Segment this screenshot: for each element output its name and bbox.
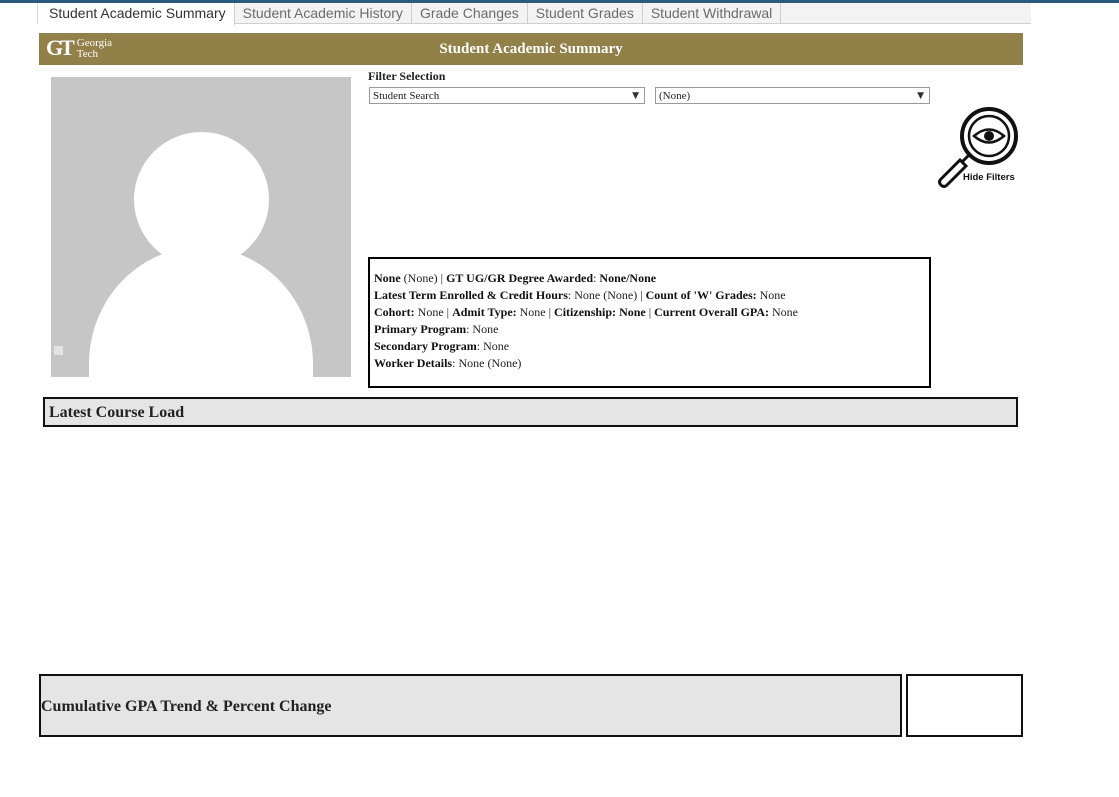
info-line-term: Latest Term Enrolled & Credit Hours: Non… [374,288,786,302]
tab-bar: Student Academic Summary Student Academi… [37,3,1031,25]
worker-details-label: Worker Details [374,356,453,370]
primary-program-value: None [472,322,499,336]
filter-type-select[interactable]: Student Search ▼ [369,87,645,104]
info-line-secondary: Secondary Program: None [374,339,510,353]
gpa-value: None [772,305,799,319]
info-line-cohort: Cohort: None | Admit Type: None | Citize… [374,305,799,319]
admit-type-label: Admit Type: [452,305,517,319]
gpa-trend-header: Cumulative GPA Trend & Percent Change [39,674,902,737]
term-value: None (None) [574,288,638,302]
gpa-percent-change-box [906,674,1023,737]
secondary-program-value: None [483,339,510,353]
student-select[interactable]: (None) ▼ [655,87,930,104]
student-info-box: None (None) | GT UG/GR Degree Awarded: N… [368,257,931,388]
dropdown-arrow-icon: ▼ [632,91,639,101]
w-grades-value: None [759,288,786,302]
gpa-label: Current Overall GPA: [654,305,770,319]
tab-student-academic-summary[interactable]: Student Academic Summary [38,3,235,25]
tab-student-withdrawal[interactable]: Student Withdrawal [643,3,782,23]
cohort-label: Cohort: [374,305,415,319]
hide-filters-label: Hide Filters [963,172,1015,183]
student-id: (None) [403,271,438,285]
page-title: Student Academic Summary [439,41,623,57]
admit-type-value: None [519,305,546,319]
filter-type-value: Student Search [373,90,440,102]
tab-grade-changes[interactable]: Grade Changes [412,3,528,23]
info-line-primary: Primary Program: None [374,322,499,336]
cohort-value: None [417,305,444,319]
person-body-icon [89,247,313,377]
dashboard-banner: GT Georgia Tech Student Academic Summary [39,33,1023,65]
primary-program-label: Primary Program [374,322,467,336]
term-label: Latest Term Enrolled & Credit Hours [374,288,568,302]
student-select-value: (None) [659,90,691,102]
tab-student-grades[interactable]: Student Grades [528,3,643,23]
citizenship-label: Citizenship: [554,305,617,319]
dropdown-arrow-icon: ▼ [917,91,924,101]
image-marker-icon [54,346,63,355]
latest-course-load-header: Latest Course Load [43,397,1018,427]
hide-filters-button[interactable]: Hide Filters [936,105,1024,189]
info-line-worker: Worker Details: None (None) [374,356,522,370]
filter-selection-label: Filter Selection [368,69,446,83]
w-grades-label: Count of 'W' Grades: [645,288,757,302]
student-photo-placeholder [51,77,351,377]
student-name: None [374,271,401,285]
degree-value: None/None [599,271,657,285]
info-line-name: None (None) | GT UG/GR Degree Awarded: N… [374,271,657,285]
secondary-program-label: Secondary Program [374,339,477,353]
degree-label: GT UG/GR Degree Awarded [446,271,594,285]
citizenship-value: None [619,305,646,319]
tab-student-academic-history[interactable]: Student Academic History [235,3,412,23]
worker-details-value: None (None) [458,356,522,370]
